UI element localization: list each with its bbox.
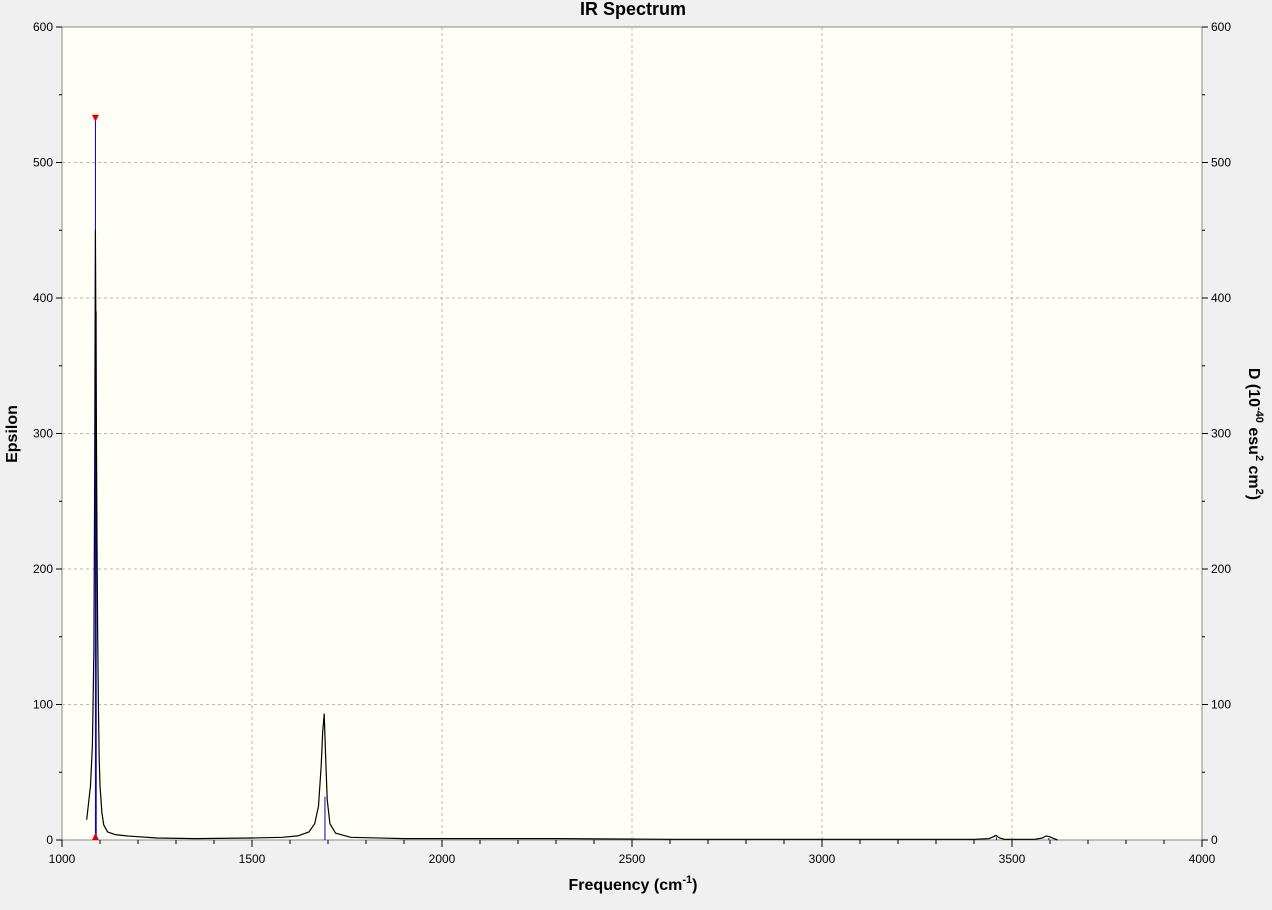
left-tick-label: 200 [33, 562, 53, 576]
right-tick-label: 600 [1211, 20, 1231, 34]
right-tick-label: 500 [1211, 156, 1231, 170]
x-tick-label: 1000 [49, 852, 76, 866]
right-axis-title: D (10-40 esu2 cm2) [1245, 368, 1265, 500]
x-tick-label: 2000 [429, 852, 456, 866]
right-axis-title-p2: esu [1245, 423, 1262, 455]
left-tick-label: 0 [46, 833, 53, 847]
x-axis-title-sup: -1 [682, 874, 692, 886]
right-tick-label: 400 [1211, 291, 1231, 305]
right-axis-title-p1: D (10 [1245, 368, 1262, 407]
left-tick-label: 600 [33, 20, 53, 34]
left-axis-title: Epsilon [4, 405, 21, 463]
right-tick-label: 100 [1211, 698, 1231, 712]
right-tick-label: 300 [1211, 427, 1231, 441]
right-axis-title-p4: ) [1245, 495, 1262, 500]
x-tick-label: 2500 [619, 852, 646, 866]
x-axis-title-end: ) [692, 877, 697, 894]
right-axis-title-s1: -40 [1253, 407, 1265, 423]
x-axis-title: Frequency (cm-1) [569, 874, 698, 894]
left-tick-label: 300 [33, 427, 53, 441]
left-tick-label: 400 [33, 291, 53, 305]
right-tick-label: 0 [1211, 833, 1218, 847]
x-tick-label: 4000 [1189, 852, 1216, 866]
x-tick-label: 1500 [239, 852, 266, 866]
chart-title: IR Spectrum [580, 0, 686, 19]
left-tick-label: 100 [33, 698, 53, 712]
chart-svg: 1000 1500 2000 2500 3000 3500 4000 0 0 100 100 200 2… [0, 0, 1272, 905]
x-tick-label: 3500 [999, 852, 1026, 866]
ir-spectrum-chart: 1000 1500 2000 2500 3000 3500 4000 0 0 100 100 200 2… [0, 0, 1272, 905]
left-tick-label: 500 [33, 156, 53, 170]
x-tick-label: 3000 [809, 852, 836, 866]
x-axis-title-main: Frequency (cm [569, 877, 683, 894]
right-tick-label: 200 [1211, 562, 1231, 576]
right-axis-title-p3: cm [1245, 461, 1262, 489]
